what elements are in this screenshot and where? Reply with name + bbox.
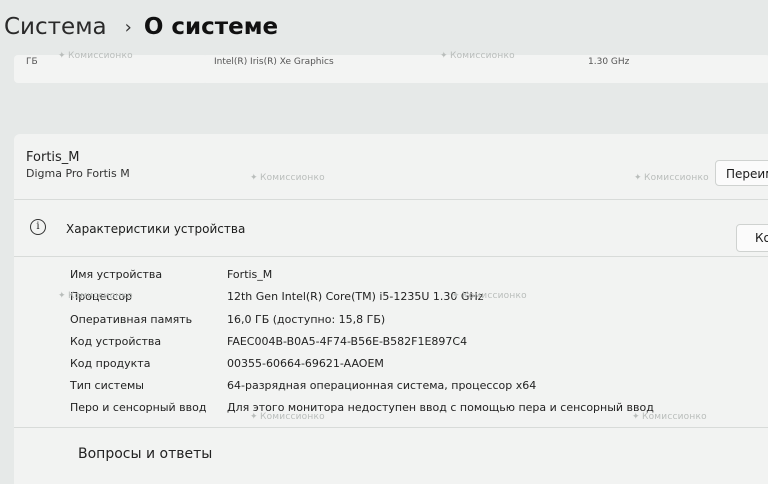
watermark: ✦ Комиссионко [250,412,325,422]
watermark-text: Комиссионко [450,51,515,61]
spec-value: FAEC004B-B0A5-4F74-B56E-B582F1E897C4 [227,335,468,348]
faq-header[interactable]: Вопросы и ответы [78,446,212,462]
breadcrumb-system-link[interactable]: Система [4,14,107,40]
divider [14,256,768,257]
watermark-logo-icon: ✦ [58,51,66,61]
device-name: Fortis_M [26,150,80,165]
watermark: ✦ Комиссионко [634,173,709,183]
breadcrumb: Система › О системе [4,14,278,40]
watermark-logo-icon: ✦ [250,173,258,183]
watermark-logo-icon: ✦ [58,291,66,301]
watermark: ✦ Комиссионко [440,51,515,61]
watermark: ✦ Комиссионко [58,291,133,301]
spec-card-gpu: Intel(R) Iris(R) Xe Graphics [202,55,398,83]
copy-button[interactable]: Ко [736,224,768,252]
divider [14,199,768,200]
spec-row-device-name: Имя устройства Fortis_M [0,268,768,289]
watermark: ✦ Комиссионко [452,291,527,301]
watermark-logo-icon: ✦ [634,173,642,183]
spec-label: Код продукта [70,357,151,370]
device-model: Digma Pro Fortis M [26,167,130,180]
watermark-logo-icon: ✦ [632,412,640,422]
spec-card-gpu-value: Intel(R) Iris(R) Xe Graphics [214,57,334,67]
spec-row-product-id: Код продукта 00355-60664-69621-AAOEM [0,357,768,378]
watermark-text: Комиссионко [642,412,707,422]
spec-value: Fortis_M [227,268,273,281]
watermark-text: Комиссионко [68,51,133,61]
spec-value: 00355-60664-69621-AAOEM [227,357,384,370]
spec-label: Перо и сенсорный ввод [70,401,207,414]
spec-label: Тип системы [70,379,144,392]
watermark-logo-icon: ✦ [440,51,448,61]
spec-label: Код устройства [70,335,162,348]
spec-value: 12th Gen Intel(R) Core(TM) i5-1235U 1.30… [227,290,484,303]
spec-row-system-type: Тип системы 64-разрядная операционная си… [0,379,768,400]
divider [14,427,768,428]
spec-value: 64-разрядная операционная система, проце… [227,379,537,392]
watermark-text: Комиссионко [260,412,325,422]
watermark: ✦ Комиссионко [632,412,707,422]
watermark: ✦ Комиссионко [250,173,325,183]
spec-card-cpu: 1.30 GHz [576,55,768,83]
spec-row-device-id: Код устройства FAEC004B-B0A5-4F74-B56E-B… [0,335,768,356]
spec-value: 16,0 ГБ (доступно: 15,8 ГБ) [227,313,386,326]
info-icon: i [30,219,46,235]
watermark-text: Комиссионко [462,291,527,301]
page-title: О системе [143,14,279,40]
spec-row-ram: Оперативная память 16,0 ГБ (доступно: 15… [0,313,768,334]
spec-label: Оперативная память [70,313,193,326]
rename-button[interactable]: Переим [715,160,768,186]
watermark-logo-icon: ✦ [452,291,460,301]
watermark: ✦ Комиссионко [58,51,133,61]
device-specs-header[interactable]: Характеристики устройства [66,222,245,236]
spec-card-cpu-value: 1.30 GHz [588,57,630,67]
spec-label: Имя устройства [70,268,163,281]
spec-card-ram-value: ГБ [26,57,38,67]
watermark-text: Комиссионко [260,173,325,183]
watermark-text: Комиссионко [68,291,133,301]
watermark-logo-icon: ✦ [250,412,258,422]
watermark-text: Комиссионко [644,173,709,183]
chevron-right-icon: › [124,16,132,38]
